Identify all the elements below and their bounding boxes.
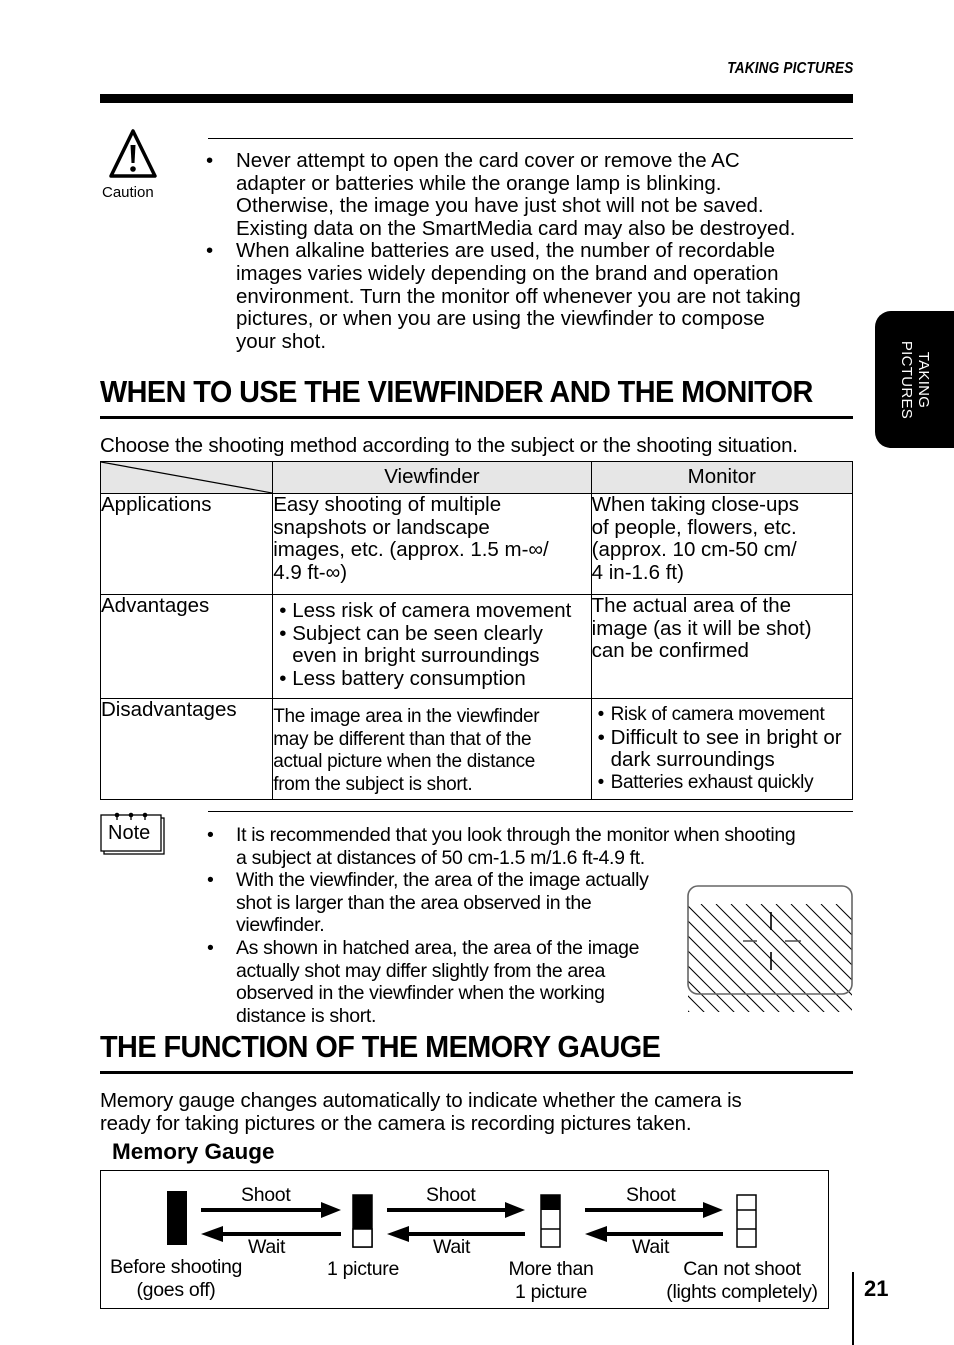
section-heading-viewfinder-monitor: WHEN TO USE THE VIEWFINDER AND THE MONIT… [100, 374, 813, 409]
note-item: • It is recommended that you look throug… [200, 824, 860, 869]
list-item: Less risk of camera movement [279, 599, 590, 623]
text-line: Never attempt to open the card cover or … [236, 149, 740, 172]
text-line: snapshots or landscape [273, 515, 490, 539]
row-label: Disadvantages [99, 698, 274, 800]
column-header-viewfinder: Viewfinder [272, 461, 592, 494]
list-item: Risk of camera movement [598, 704, 852, 727]
page-number-bar [852, 1272, 854, 1345]
text-line: actual picture when the distance [273, 751, 536, 772]
wait-label: Wait [433, 1236, 471, 1258]
header-rule [100, 94, 853, 103]
table-header-row: Viewfinder Monitor [99, 461, 854, 494]
text-line: Existing data on the SmartMedia card may… [236, 216, 796, 240]
section-side-tab: TAKING PICTURES [875, 311, 954, 448]
state-label-can-not-shoot: Can not shoot (lights completely) [664, 1258, 820, 1304]
list-item: Subject can be seen clearly even in brig… [279, 622, 590, 668]
list-item: Less battery consumption [279, 667, 590, 691]
wait-label: Wait [632, 1236, 670, 1258]
text-line: 4 in-1.6 ft) [591, 560, 684, 584]
row-label: Advantages [99, 594, 274, 699]
heading-rule [100, 1071, 853, 1074]
text-line: Easy shooting of multiple [273, 493, 502, 516]
text-line: The image area in the viewfinder [273, 706, 540, 727]
wait-label: Wait [248, 1236, 286, 1258]
text-line: When alkaline batteries are used, the nu… [236, 239, 776, 263]
row-label: Applications [99, 493, 274, 595]
table-row: Advantages Less risk of camera movement … [99, 594, 854, 699]
text-line: from the subject is short. [273, 773, 473, 795]
text-line: your shot. [236, 329, 327, 353]
side-tab-line: TAKING [914, 351, 932, 408]
section-intro: Choose the shooting method according to … [100, 434, 798, 457]
caution-item: • When alkaline batteries are used, the … [200, 240, 860, 353]
text-line: More than [508, 1258, 594, 1280]
text-line: (approx. 10 cm-50 cm/ [591, 538, 797, 562]
gauge-before-shooting [167, 1191, 187, 1245]
table-cell: Risk of camera movement Difficult to see… [590, 698, 854, 800]
text-line: images varies widely depending on the br… [236, 261, 779, 285]
text-line: 1 picture [514, 1281, 588, 1303]
table-row: Applications Easy shooting of multiple s… [99, 493, 854, 595]
viewfinder-hatched-area-diagram [687, 885, 853, 1012]
column-header-monitor: Monitor [590, 461, 854, 494]
page-number: 21 [864, 1276, 889, 1301]
text-line: may be different than that of the [273, 728, 532, 750]
side-tab-line: PICTURES [897, 340, 915, 419]
caution-label: Caution [102, 184, 154, 201]
text-line: Memory gauge changes automatically to in… [100, 1089, 742, 1112]
memory-gauge-diagram: Shoot Wait Shoot Wait Shoot Wait Before … [100, 1170, 829, 1309]
state-label-one-picture: 1 picture [323, 1258, 403, 1281]
text-line: images, etc. (approx. 1.5 m-∞/ [273, 538, 549, 562]
table-corner-cell [99, 461, 274, 494]
text-line: can be confirmed [591, 639, 749, 663]
shoot-label: Shoot [626, 1184, 676, 1206]
table-cell: The actual area of the image (as it will… [590, 594, 854, 699]
table-cell: Easy shooting of multiple snapshots or l… [272, 493, 592, 595]
text-line: Can not shoot [683, 1258, 801, 1280]
state-label-more-than-one: More than 1 picture [501, 1258, 601, 1304]
text-line: (goes off) [136, 1279, 216, 1301]
gauge-one-picture [352, 1194, 373, 1248]
list-item: Batteries exhaust quickly [598, 772, 852, 795]
text-line: Otherwise, the image you have just shot … [236, 194, 764, 218]
caution-rule [208, 138, 853, 139]
text-line: When taking close-ups [591, 493, 800, 516]
text-line: 4.9 ft-∞) [273, 560, 348, 584]
warning-triangle-icon [109, 129, 157, 178]
text-line: ready for taking pictures or the camera … [100, 1111, 692, 1135]
heading-rule [100, 416, 853, 419]
gauge-can-not-shoot [736, 1194, 757, 1248]
text-line: environment. Turn the monitor off whenev… [236, 284, 801, 308]
text-line: pictures, or when you are using the view… [236, 307, 765, 331]
gauge-more-than-one-picture [540, 1194, 561, 1248]
table-cell: When taking close-ups of people, flowers… [590, 493, 854, 595]
shoot-label: Shoot [426, 1184, 476, 1206]
text-line: The actual area of the [591, 594, 792, 617]
table-row: Disadvantages The image area in the view… [99, 698, 854, 800]
text-line: a subject at distances of 50 cm-1.5 m/1.… [236, 846, 645, 869]
memory-gauge-subtitle: Memory Gauge [112, 1139, 275, 1164]
note-rule [208, 811, 853, 812]
shoot-label: Shoot [241, 1184, 291, 1206]
text-line: It is recommended that you look through … [236, 824, 796, 846]
section-heading-memory-gauge: THE FUNCTION OF THE MEMORY GAUGE [100, 1029, 661, 1064]
text-line: (lights completely) [666, 1281, 818, 1303]
caution-list: • Never attempt to open the card cover o… [200, 149, 860, 353]
table-cell: The image area in the viewfinder may be … [272, 698, 592, 800]
diagonal-divider [101, 462, 272, 493]
section-intro: Memory gauge changes automatically to in… [100, 1089, 742, 1135]
caution-item: • Never attempt to open the card cover o… [200, 149, 860, 240]
table-cell: Less risk of camera movement Subject can… [272, 594, 592, 699]
text-line: 1 picture [326, 1258, 400, 1280]
text-line: adapter or batteries while the orange la… [236, 171, 722, 195]
comparison-table: Viewfinder Monitor Applications Easy sho… [99, 461, 854, 800]
running-head: TAKING PICTURES [726, 60, 853, 77]
list-item: Difficult to see in bright or dark surro… [598, 726, 852, 772]
text-line: image (as it will be shot) [591, 616, 812, 640]
state-label-before-shooting: Before shooting (goes off) [110, 1256, 242, 1302]
text-line: of people, flowers, etc. [591, 515, 797, 539]
note-label: Note [108, 822, 151, 844]
text-line: Before shooting [110, 1256, 243, 1278]
